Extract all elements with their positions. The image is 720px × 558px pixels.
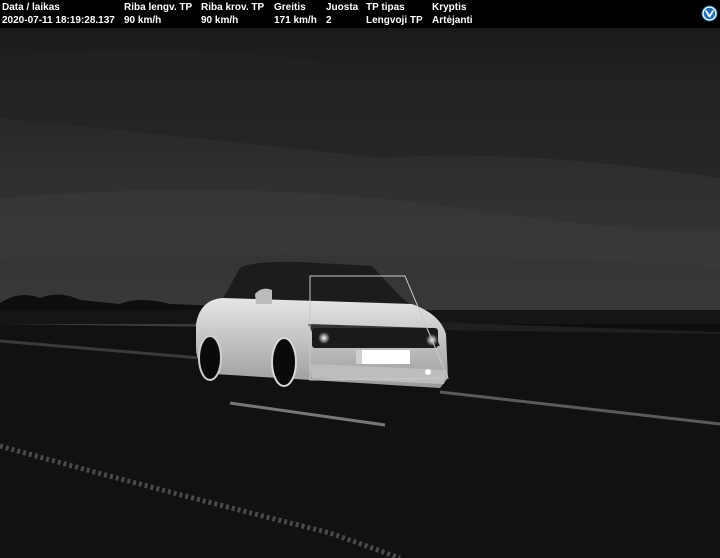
camera-system-logo-icon xyxy=(701,5,718,22)
speed-column: Greitis 171 km/h xyxy=(274,1,317,27)
camera-photo xyxy=(0,28,720,558)
truck-limit-value: 90 km/h xyxy=(201,15,239,26)
lane-column: Juosta 2 xyxy=(326,1,358,27)
direction-label: Kryptis xyxy=(432,2,467,13)
vehicle-type-column: TP tipas Lengvoji TP xyxy=(366,1,423,27)
lane-value: 2 xyxy=(326,15,332,26)
speed-value: 171 km/h xyxy=(274,15,317,26)
direction-column: Kryptis Artėjanti xyxy=(432,1,473,27)
speed-label: Greitis xyxy=(274,2,306,13)
truck-limit-column: Riba krov. TP 90 km/h xyxy=(201,1,264,27)
info-header-bar: Data / laikas 2020-07-11 18:19:28.137 Ri… xyxy=(0,0,720,28)
car-limit-value: 90 km/h xyxy=(124,15,162,26)
lane-label: Juosta xyxy=(326,2,359,13)
date-time-value: 2020-07-11 18:19:28.137 xyxy=(2,15,115,26)
fog-light xyxy=(425,369,431,375)
date-time-column: Data / laikas 2020-07-11 18:19:28.137 xyxy=(2,1,115,27)
date-time-label: Data / laikas xyxy=(2,2,60,13)
wheel-front xyxy=(271,337,297,387)
headlight-left xyxy=(318,332,330,344)
car-limit-label: Riba lengv. TP xyxy=(124,2,193,13)
direction-value: Artėjanti xyxy=(432,15,473,26)
car-limit-column: Riba lengv. TP 90 km/h xyxy=(124,1,192,27)
wheel-rear xyxy=(198,335,222,381)
truck-limit-label: Riba krov. TP xyxy=(201,2,265,13)
vehicle-type-value: Lengvoji TP xyxy=(366,15,423,26)
license-plate xyxy=(362,350,410,364)
license-plate-country-strip xyxy=(356,350,362,364)
vehicle-type-label: TP tipas xyxy=(366,2,405,13)
car-grille xyxy=(312,328,438,348)
